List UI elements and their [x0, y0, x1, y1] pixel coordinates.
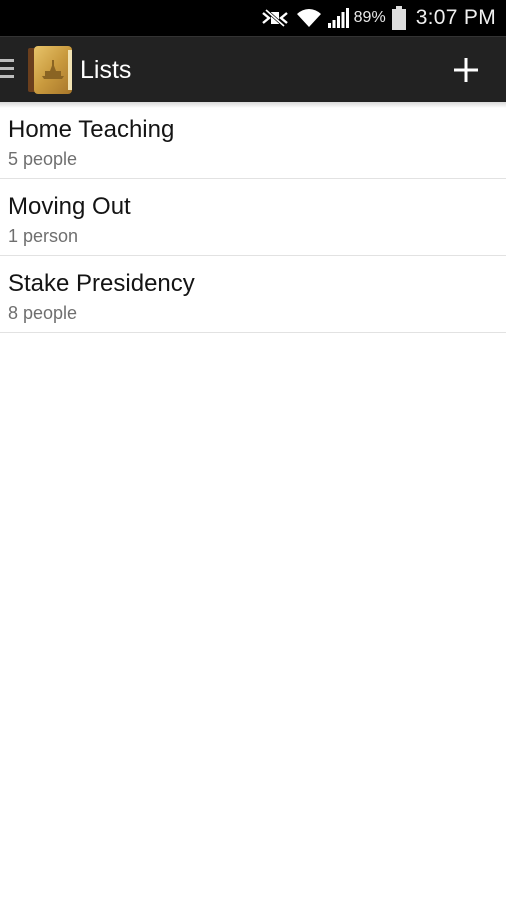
page-title: Lists	[80, 56, 132, 84]
list-item[interactable]: Home Teaching 5 people	[0, 102, 506, 179]
lists-list: Home Teaching 5 people Moving Out 1 pers…	[0, 102, 506, 333]
battery-percent: 89%	[353, 9, 386, 26]
action-bar: Lists	[0, 36, 506, 102]
wifi-icon	[296, 8, 322, 28]
list-item[interactable]: Moving Out 1 person	[0, 179, 506, 256]
clock: 3:07 PM	[415, 6, 496, 29]
list-item-title: Moving Out	[8, 193, 131, 220]
list-item[interactable]: Stake Presidency 8 people	[0, 256, 506, 333]
drawer-menu-icon[interactable]	[0, 59, 14, 81]
add-icon	[454, 58, 478, 82]
list-item-count: 5 people	[8, 149, 78, 169]
list-item-count: 8 people	[8, 303, 78, 323]
list-item-title: Stake Presidency	[8, 270, 195, 297]
status-bar: 89% 3:07 PM	[0, 0, 506, 36]
add-list-button[interactable]	[446, 50, 486, 90]
signal-icon	[327, 8, 350, 28]
list-item-title: Home Teaching	[8, 116, 175, 143]
battery-icon	[391, 6, 406, 30]
no-notifications-icon	[260, 8, 290, 28]
list-item-count: 1 person	[8, 226, 79, 246]
app-logo-icon[interactable]	[28, 46, 74, 94]
